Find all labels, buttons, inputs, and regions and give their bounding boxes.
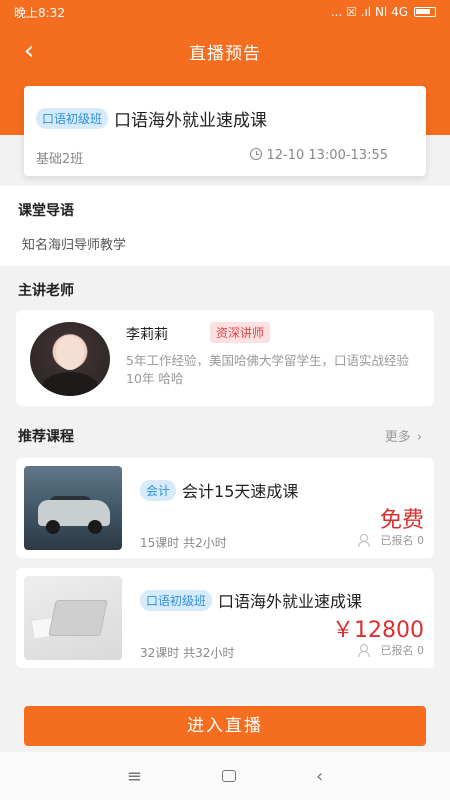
page-title: 直播预告: [189, 43, 261, 64]
status-time: 晚上8:32: [14, 5, 65, 20]
live-course-title: 口语海外就业速成课: [114, 111, 268, 131]
teacher-badge: 资深讲师: [210, 322, 271, 343]
user-icon: [357, 534, 370, 547]
more-label: 更多: [384, 430, 411, 445]
more-link[interactable]: 更多 ›: [385, 426, 422, 445]
course-lessons: 32课时 共32小时: [140, 646, 235, 660]
live-time: 12-10 13:00-13:55: [266, 148, 388, 163]
back-arrow-icon[interactable]: ‹: [14, 34, 44, 68]
course-level-tag: 口语初级班: [36, 108, 109, 129]
battery-icon: [414, 7, 436, 17]
clock-icon: [250, 148, 263, 160]
course-thumbnail-car: [24, 466, 122, 550]
user-icon: [357, 644, 370, 657]
recommend-heading: 推荐课程: [18, 429, 74, 445]
enrolled-count: 已报名 0: [380, 644, 425, 657]
course-category-tag: 会计: [140, 479, 177, 501]
class-name: 基础2班: [36, 152, 84, 167]
teacher-name: 李莉莉: [126, 327, 168, 343]
menu-icon[interactable]: ≡: [127, 766, 142, 787]
course-category-tag: 口语初级班: [140, 589, 213, 611]
live-course-card: 口语初级班 口语海外就业速成课 基础2班 12-10 13:00-13:55: [24, 86, 426, 176]
recommended-course-card[interactable]: 口语初级班 口语海外就业速成课 ￥12800 32课时 共32小时 已报名 0: [16, 568, 434, 668]
system-back-icon[interactable]: ‹: [316, 766, 323, 787]
intro-heading: 课堂导语: [18, 203, 74, 219]
teacher-description: 5年工作经验，美国哈佛大学留学生，口语实战经验10年 哈哈: [126, 353, 409, 386]
enrolled-count: 已报名 0: [380, 534, 425, 547]
intro-text: 知名海归导师教学: [22, 238, 127, 253]
teacher-card[interactable]: 李莉莉 资深讲师 5年工作经验，美国哈佛大学留学生，口语实战经验10年 哈哈: [16, 310, 434, 406]
recommended-course-card[interactable]: 会计 会计15天速成课 免费 15课时 共2小时 已报名 0: [16, 458, 434, 558]
navigation-bar: ‹ 直播预告: [0, 28, 450, 74]
course-lessons: 15课时 共2小时: [140, 536, 227, 550]
teacher-avatar: [30, 322, 110, 396]
intro-section: 课堂导语 知名海归导师教学: [0, 186, 450, 266]
course-title: 会计15天速成课: [182, 482, 299, 501]
status-icons: ... ☒ .ıl Nl 4G: [330, 5, 408, 19]
enter-live-button[interactable]: 进入直播: [24, 706, 426, 746]
teacher-heading: 主讲老师: [18, 283, 74, 299]
system-navigation-bar: ≡ ‹: [0, 752, 450, 800]
course-thumbnail-laptop: [24, 576, 122, 660]
course-price: ￥12800: [332, 618, 424, 643]
home-icon[interactable]: [221, 770, 236, 782]
course-price: 免费: [379, 508, 424, 533]
course-title: 口语海外就业速成课: [218, 592, 363, 611]
chevron-right-icon: ›: [416, 430, 422, 445]
status-bar: 晚上8:32 ... ☒ .ıl Nl 4G: [0, 0, 450, 24]
